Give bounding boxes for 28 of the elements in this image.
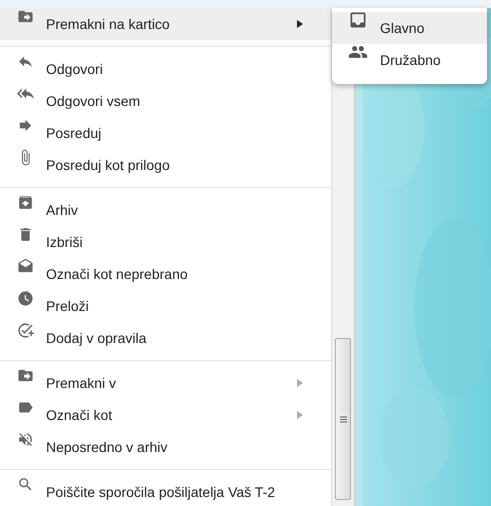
menu-item[interactable]: Poiščite sporočila pošiljatelja Vaš T-2 [0, 476, 331, 506]
menu-item[interactable]: Dodaj v opravila [0, 322, 331, 354]
menu-item[interactable]: Označi kot [0, 399, 331, 431]
submenu-item[interactable]: Glavno [332, 12, 487, 44]
menu-item[interactable]: Odgovori vsem [0, 85, 331, 117]
folder-arrow-icon [17, 367, 34, 384]
menu-item[interactable]: Odgovori [0, 53, 331, 85]
folder-arrow-icon [17, 8, 34, 25]
menu-item[interactable]: Preloži [0, 290, 331, 322]
menu-item[interactable]: Izbriši [0, 226, 331, 258]
muted-speaker-icon [17, 431, 34, 448]
arrow-icon [17, 117, 34, 134]
search-icon [17, 476, 34, 493]
menu-item[interactable]: Arhiv [0, 194, 331, 226]
open-envelope-icon [17, 258, 34, 275]
submenu-item[interactable]: Družabno [332, 44, 487, 76]
menu-item[interactable]: Posreduj kot prilogo [0, 149, 331, 181]
check-plus-icon [17, 322, 34, 339]
menu-item[interactable]: Posreduj [0, 117, 331, 149]
menu-item[interactable]: Premakni na kartico [0, 8, 331, 40]
grip-icon [340, 416, 346, 422]
menu-item[interactable]: Premakni v [0, 367, 331, 399]
menu-item[interactable]: Neposredno v arhiv [0, 431, 331, 463]
archive-icon [17, 194, 34, 211]
inbox-icon [348, 10, 368, 30]
scrollbar-thumb[interactable] [335, 338, 351, 500]
clock-icon [17, 290, 34, 307]
menu-item[interactable]: Označi kot neprebrano [0, 258, 331, 290]
